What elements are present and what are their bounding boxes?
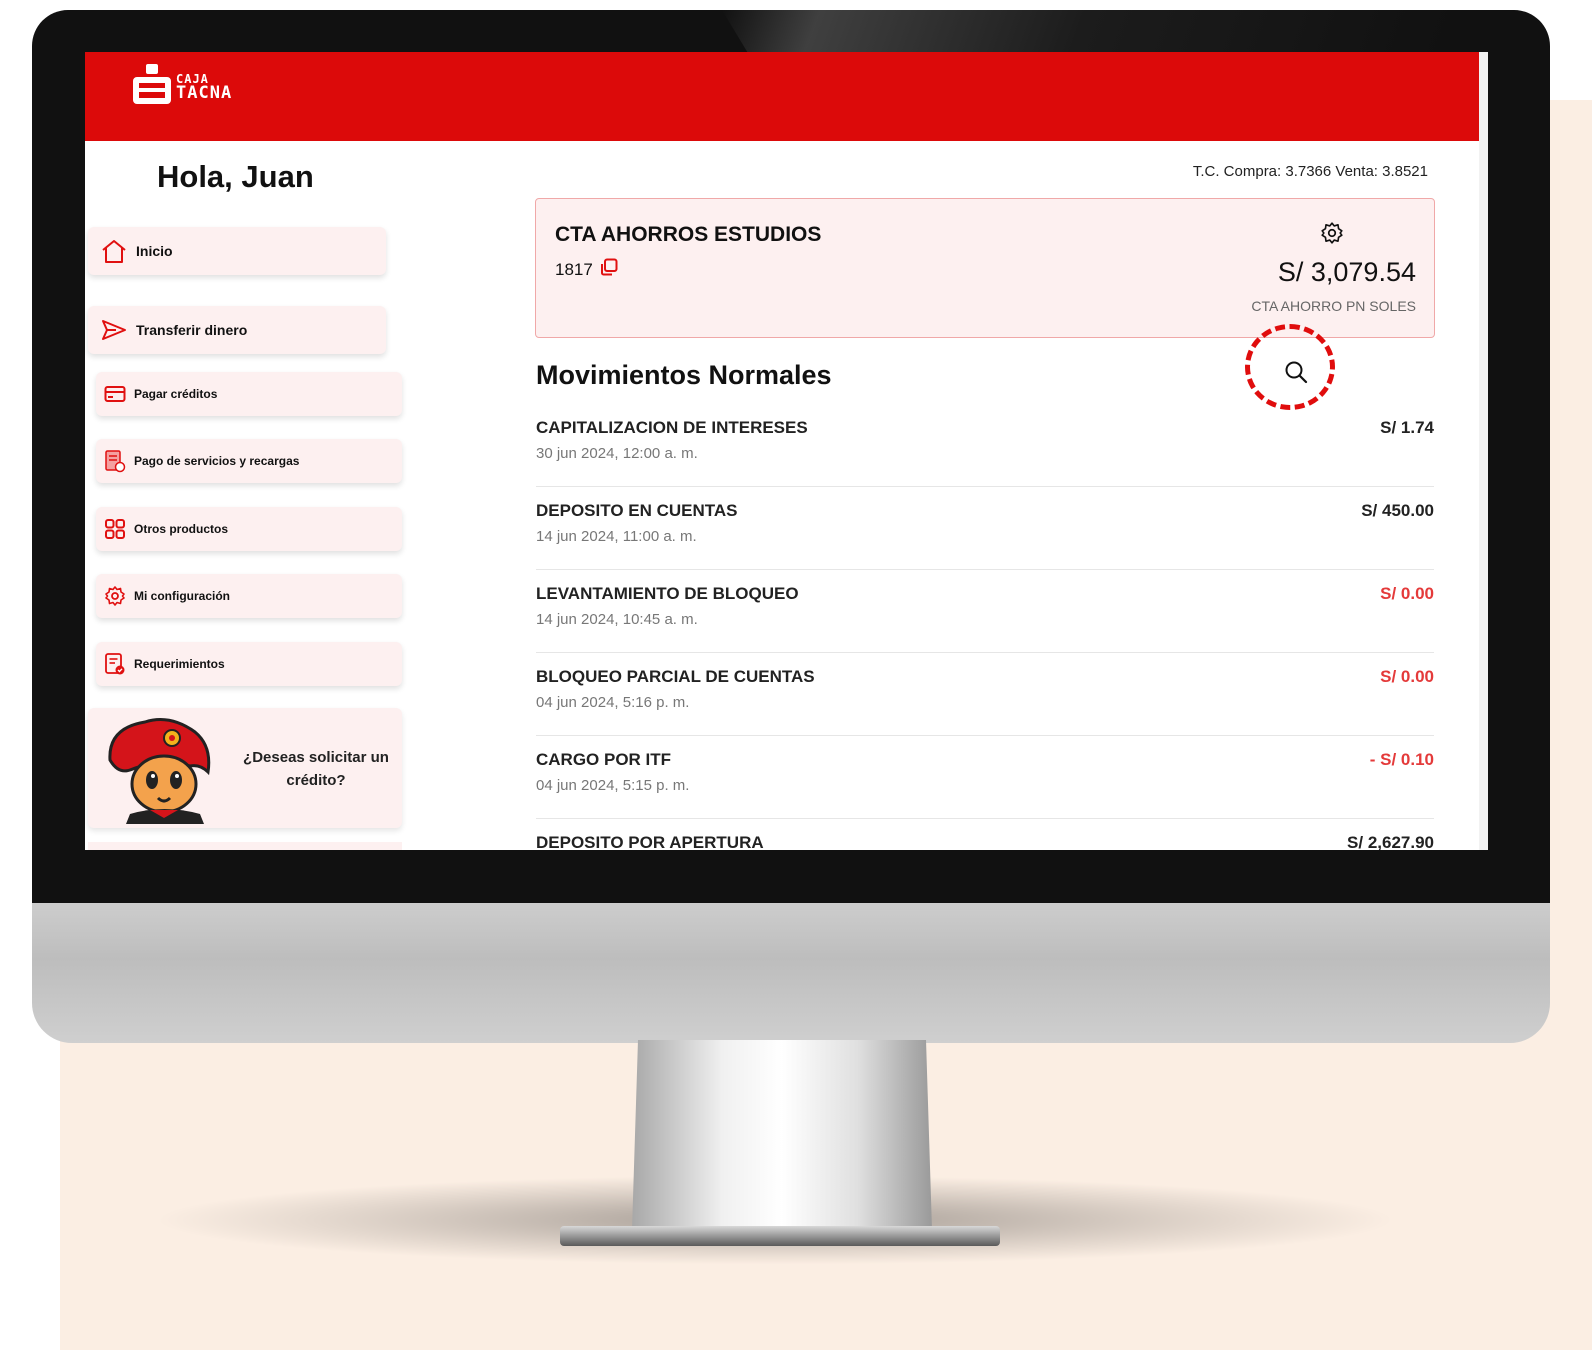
sidebar-item-label: Pago de servicios y recargas bbox=[134, 454, 300, 468]
movement-amount: S/ 0.00 bbox=[1380, 584, 1434, 603]
greeting: Hola, Juan bbox=[157, 159, 314, 194]
movement-amount: S/ 1.74 bbox=[1380, 418, 1434, 437]
movement-amount: - S/ 0.10 bbox=[1369, 750, 1434, 769]
movement-amount: S/ 2,627.90 bbox=[1347, 833, 1434, 850]
sidebar-item-label: Otros productos bbox=[134, 522, 229, 536]
monitor-stand bbox=[632, 1040, 932, 1230]
monitor-base bbox=[560, 1226, 1000, 1246]
sidebar-item-otros-productos[interactable]: Otros productos bbox=[96, 507, 402, 551]
grid-icon bbox=[104, 518, 126, 540]
credit-card-icon bbox=[104, 385, 126, 403]
search-icon bbox=[1283, 359, 1309, 390]
movement-title: BLOQUEO PARCIAL DE CUENTAS bbox=[536, 667, 815, 686]
bill-icon bbox=[104, 449, 126, 473]
movement-row[interactable]: DEPOSITO POR APERTURA S/ 2,627.90 bbox=[536, 819, 1434, 850]
promo-text: ¿Deseas solicitar un crédito? bbox=[243, 749, 389, 789]
movement-row[interactable]: BLOQUEO PARCIAL DE CUENTAS 04 jun 2024, … bbox=[536, 653, 1434, 736]
account-type: CTA AHORRO PN SOLES bbox=[1251, 298, 1416, 314]
sidebar-item-label: Transferir dinero bbox=[136, 322, 248, 338]
movements-list: CAPITALIZACION DE INTERESES 30 jun 2024,… bbox=[536, 404, 1434, 850]
monitor-chin bbox=[32, 903, 1550, 1043]
movement-row[interactable]: LEVANTAMIENTO DE BLOQUEO 14 jun 2024, 10… bbox=[536, 570, 1434, 653]
movement-title: DEPOSITO EN CUENTAS bbox=[536, 501, 738, 520]
search-button[interactable] bbox=[1281, 359, 1311, 389]
gear-icon bbox=[104, 585, 126, 607]
caja-tacna-logo[interactable]: CAJA TACNA bbox=[131, 64, 232, 109]
mascot-image bbox=[108, 718, 211, 824]
movement-date: 14 jun 2024, 10:45 a. m. bbox=[536, 611, 698, 628]
sidebar-item-requerimientos[interactable]: Requerimientos bbox=[96, 642, 402, 686]
account-name: CTA AHORROS ESTUDIOS bbox=[555, 223, 822, 246]
sidebar-item-label: Mi configuración bbox=[134, 589, 230, 603]
movement-date: 04 jun 2024, 5:16 p. m. bbox=[536, 694, 690, 711]
movement-date: 30 jun 2024, 12:00 a. m. bbox=[536, 445, 698, 462]
account-settings-icon[interactable] bbox=[1320, 221, 1344, 250]
copy-icon[interactable] bbox=[599, 257, 619, 282]
send-icon bbox=[100, 317, 128, 343]
sidebar-item-label: Pagar créditos bbox=[134, 387, 218, 401]
sidebar-item-mi-configuracion[interactable]: Mi configuración bbox=[96, 574, 402, 618]
document-icon bbox=[104, 652, 126, 676]
exchange-rate: T.C. Compra: 3.7366 Venta: 3.8521 bbox=[1192, 163, 1428, 180]
logo-icon bbox=[131, 64, 173, 109]
sidebar-item-pago-servicios[interactable]: Pago de servicios y recargas bbox=[96, 439, 402, 483]
movement-date: 14 jun 2024, 11:00 a. m. bbox=[536, 528, 697, 545]
sidebar-item-pagar-creditos[interactable]: Pagar créditos bbox=[96, 372, 402, 416]
movement-row[interactable]: CARGO POR ITF 04 jun 2024, 5:15 p. m. - … bbox=[536, 736, 1434, 819]
sidebar-item-label: Requerimientos bbox=[134, 657, 225, 671]
app-screen: CAJA TACNA Hola, Juan Inicio Transferir … bbox=[85, 52, 1488, 850]
movements-title: Movimientos Normales bbox=[536, 360, 832, 390]
header-bar: CAJA TACNA bbox=[85, 52, 1479, 141]
logo-text-tacna: TACNA bbox=[176, 82, 233, 103]
movement-row[interactable]: CAPITALIZACION DE INTERESES 30 jun 2024,… bbox=[536, 404, 1434, 487]
account-number: 1817 bbox=[555, 259, 593, 279]
sidebar-item-inicio[interactable]: Inicio bbox=[88, 227, 386, 275]
account-number-row: 1817 bbox=[555, 257, 619, 282]
account-balance: S/ 3,079.54 bbox=[1277, 257, 1416, 287]
movement-date: 04 jun 2024, 5:15 p. m. bbox=[536, 777, 690, 794]
movement-amount: S/ 450.00 bbox=[1361, 501, 1434, 520]
home-icon bbox=[100, 238, 128, 264]
sidebar-item-transferir[interactable]: Transferir dinero bbox=[88, 306, 386, 354]
movement-title: CAPITALIZACION DE INTERESES bbox=[536, 418, 808, 437]
movement-title: CARGO POR ITF bbox=[536, 750, 672, 769]
account-card[interactable]: CTA AHORROS ESTUDIOS 1817 S/ 3,079.54 CT… bbox=[535, 198, 1435, 338]
movement-amount: S/ 0.00 bbox=[1380, 667, 1434, 686]
sidebar-item-label: Inicio bbox=[136, 243, 173, 259]
movement-title: DEPOSITO POR APERTURA bbox=[536, 833, 764, 850]
credit-promo-card[interactable]: ¿Deseas solicitar un crédito? bbox=[88, 708, 402, 828]
movement-title: LEVANTAMIENTO DE BLOQUEO bbox=[536, 584, 799, 603]
movement-row[interactable]: DEPOSITO EN CUENTAS 14 jun 2024, 11:00 a… bbox=[536, 487, 1434, 570]
